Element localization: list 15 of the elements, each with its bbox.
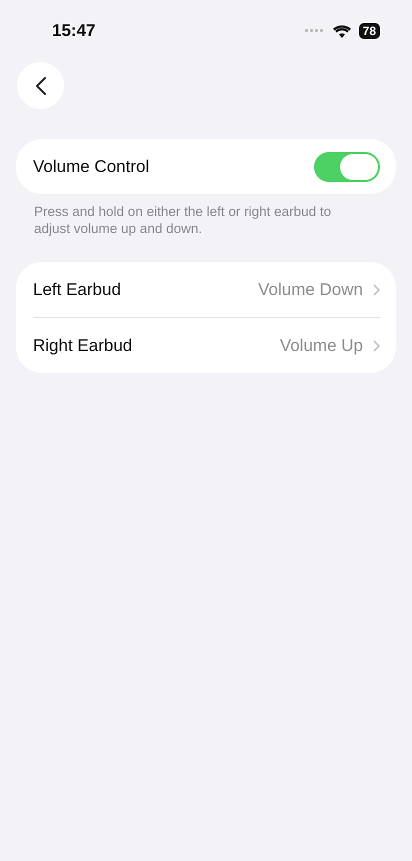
- status-time: 15:47: [52, 21, 96, 41]
- chevron-icon: [373, 340, 380, 352]
- row-label: Right Earbud: [33, 336, 132, 356]
- row-value[interactable]: Volume Up: [280, 336, 363, 356]
- battery-indicator: 78: [358, 23, 380, 39]
- volume-control-switch[interactable]: [314, 152, 380, 182]
- footnote: Press and hold on either the left or right earbud to adjust volume up and down.: [34, 203, 332, 237]
- toggle-label: Volume Control: [33, 156, 150, 176]
- row-label: Left Earbud: [33, 280, 121, 300]
- signal-icon: [304, 29, 325, 33]
- wifi-icon: [332, 24, 351, 38]
- row-value[interactable]: Volume Down: [258, 280, 363, 300]
- back-chevron-icon: [34, 76, 46, 96]
- back-button[interactable]: [17, 62, 64, 109]
- chevron-icon: [373, 284, 380, 296]
